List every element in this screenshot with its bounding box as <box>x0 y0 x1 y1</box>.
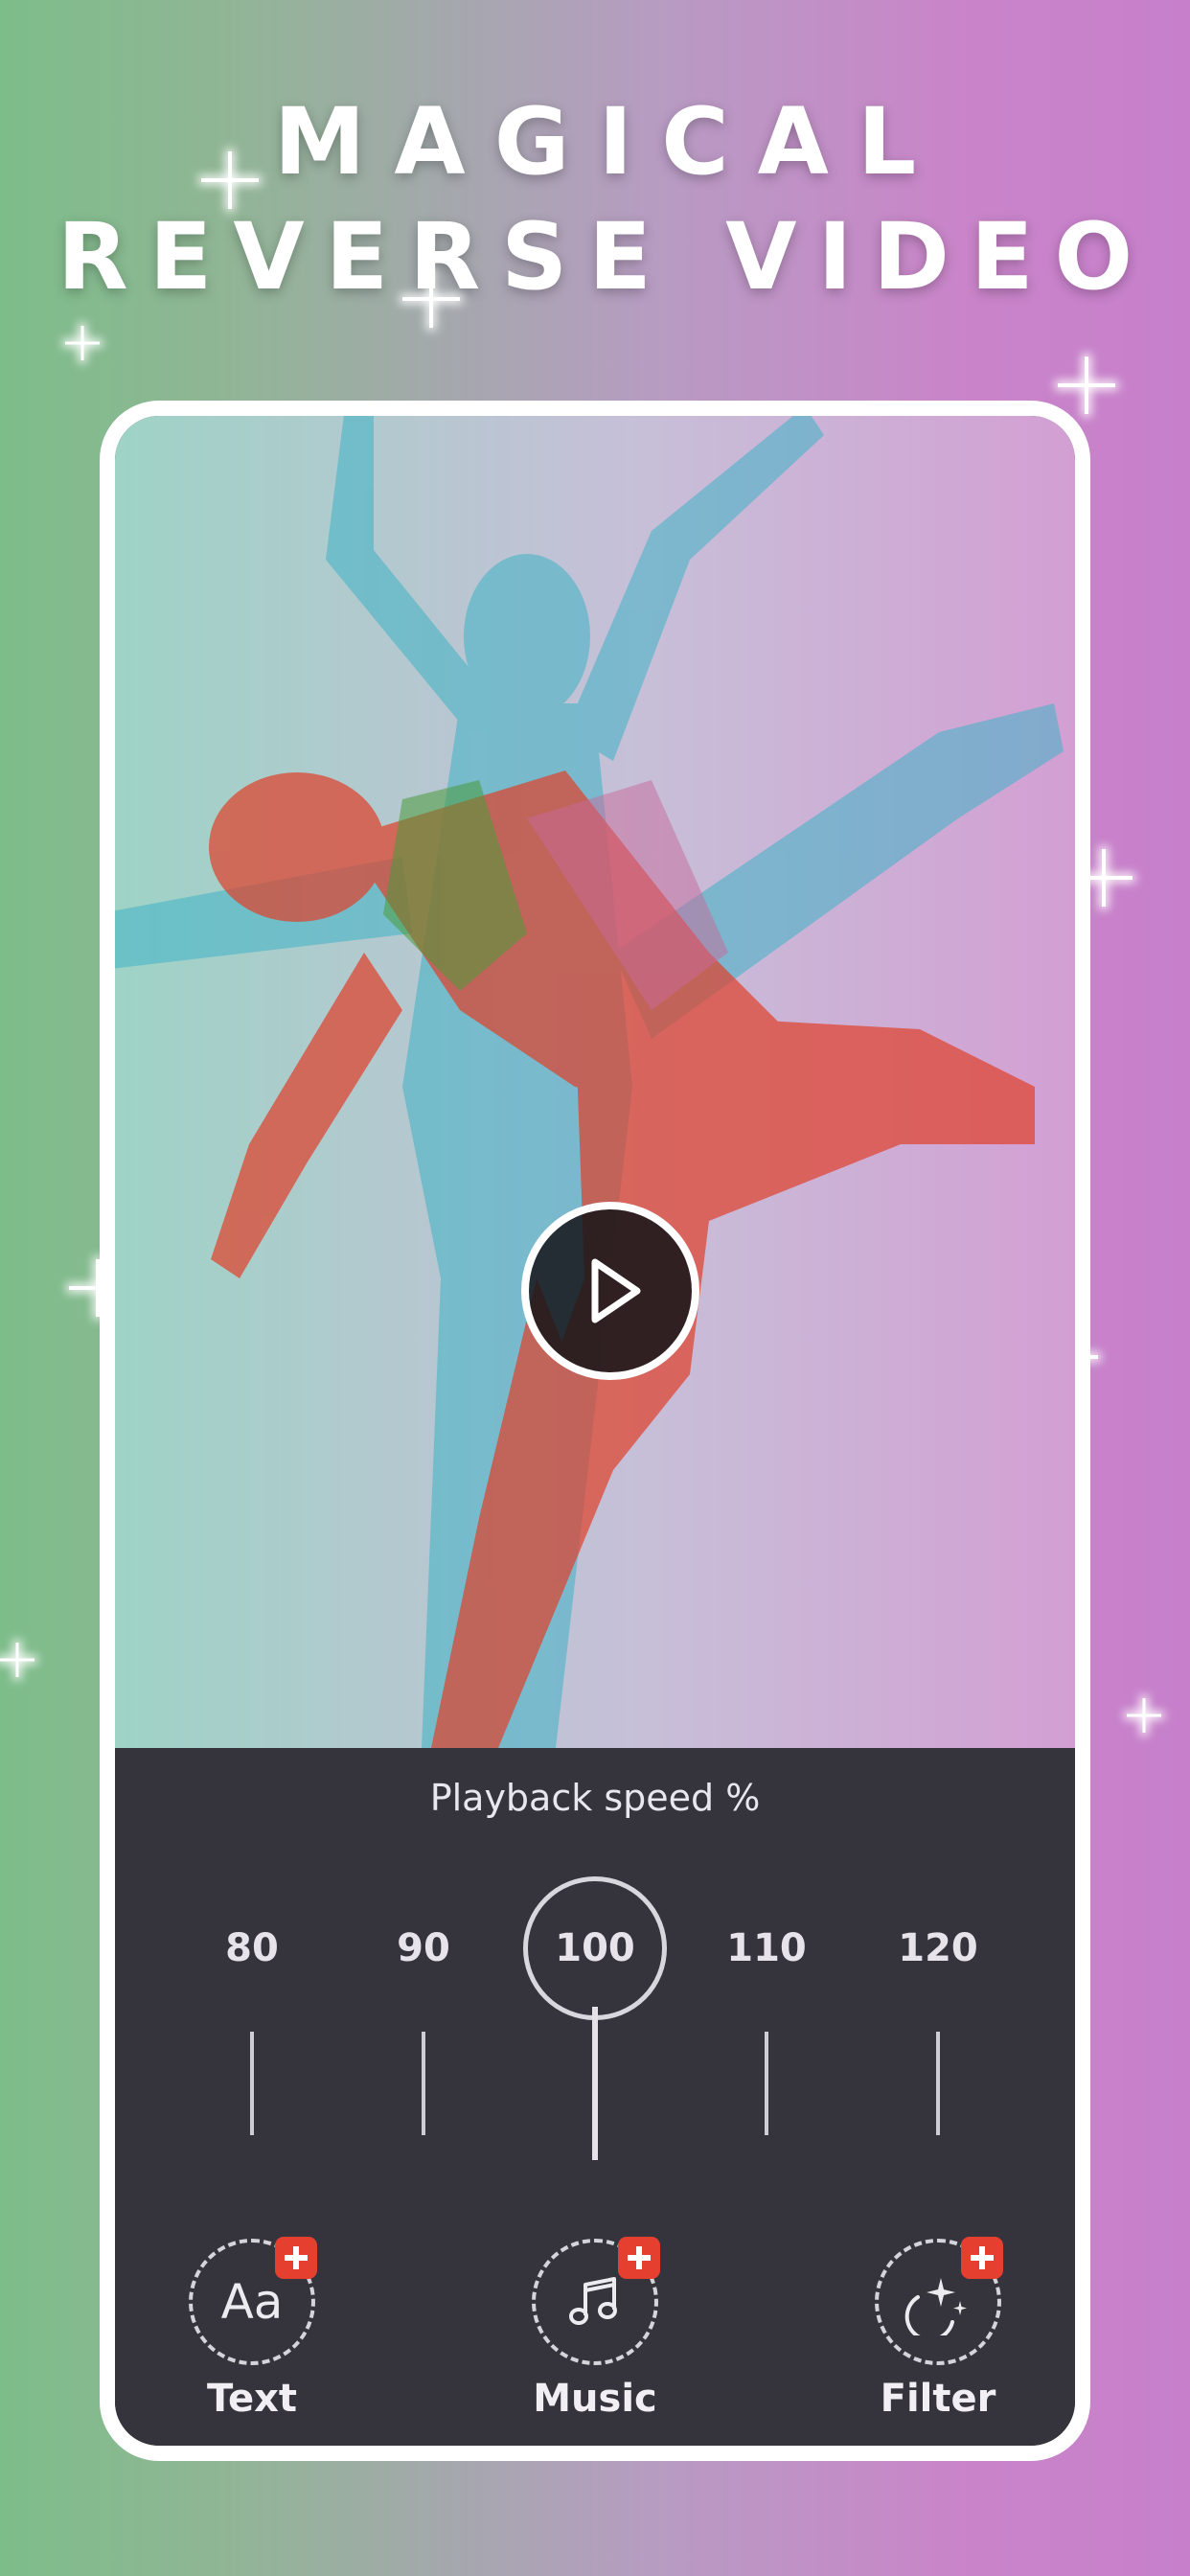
sparkle-decoration <box>0 1643 34 1677</box>
filter-tool-ring <box>875 2237 1003 2365</box>
sparkle-decoration <box>1127 1698 1161 1733</box>
text-tool-ring: Aa <box>189 2237 317 2365</box>
playback-speed-panel: Playback speed % 80 90 100 110 120 Aa Te… <box>115 1748 1075 2446</box>
speed-option-120[interactable]: 120 <box>866 1876 1010 2020</box>
plus-icon <box>618 2237 660 2279</box>
phone-frame: Playback speed % 80 90 100 110 120 Aa Te… <box>100 401 1090 2461</box>
speed-option-110[interactable]: 110 <box>695 1876 838 2020</box>
sparkle-decoration <box>402 270 460 328</box>
headline-line-1: MAGICAL <box>273 88 946 196</box>
sparkle-moon-icon <box>904 2278 967 2335</box>
dancer-image <box>115 416 1064 1748</box>
plus-icon <box>961 2237 1003 2279</box>
speed-tick <box>936 2032 940 2135</box>
playback-speed-title: Playback speed % <box>429 1777 761 1819</box>
text-tool-button[interactable]: Aa Text <box>156 2237 348 2421</box>
text-tool-label: Text <box>206 2377 298 2421</box>
play-button[interactable] <box>521 1202 699 1380</box>
text-icon: Aa <box>220 2274 284 2330</box>
music-tool-label: Music <box>533 2377 657 2421</box>
headline: MAGICAL REVERSE VIDEO <box>0 84 1190 314</box>
filter-tool-label: Filter <box>880 2377 996 2421</box>
speed-option-80[interactable]: 80 <box>180 1876 324 2020</box>
plus-icon <box>275 2237 317 2279</box>
headline-line-2: REVERSE VIDEO <box>57 203 1155 310</box>
sparkle-decoration <box>1058 356 1115 414</box>
sparkle-decoration <box>65 326 100 360</box>
filter-tool-button[interactable]: Filter <box>842 2237 1034 2421</box>
video-preview[interactable] <box>115 416 1075 1748</box>
speed-tick <box>765 2032 768 2135</box>
speed-tick <box>250 2032 254 2135</box>
play-icon <box>591 1258 641 1323</box>
speed-option-90[interactable]: 90 <box>352 1876 495 2020</box>
sparkle-decoration <box>201 151 259 209</box>
speed-option-100[interactable]: 100 <box>523 1876 667 2020</box>
music-tool-button[interactable]: Music <box>499 2237 691 2421</box>
speed-tick-selected <box>592 2007 598 2160</box>
speed-tick <box>422 2032 425 2135</box>
music-note-icon <box>569 2277 617 2325</box>
music-tool-ring <box>532 2237 660 2365</box>
